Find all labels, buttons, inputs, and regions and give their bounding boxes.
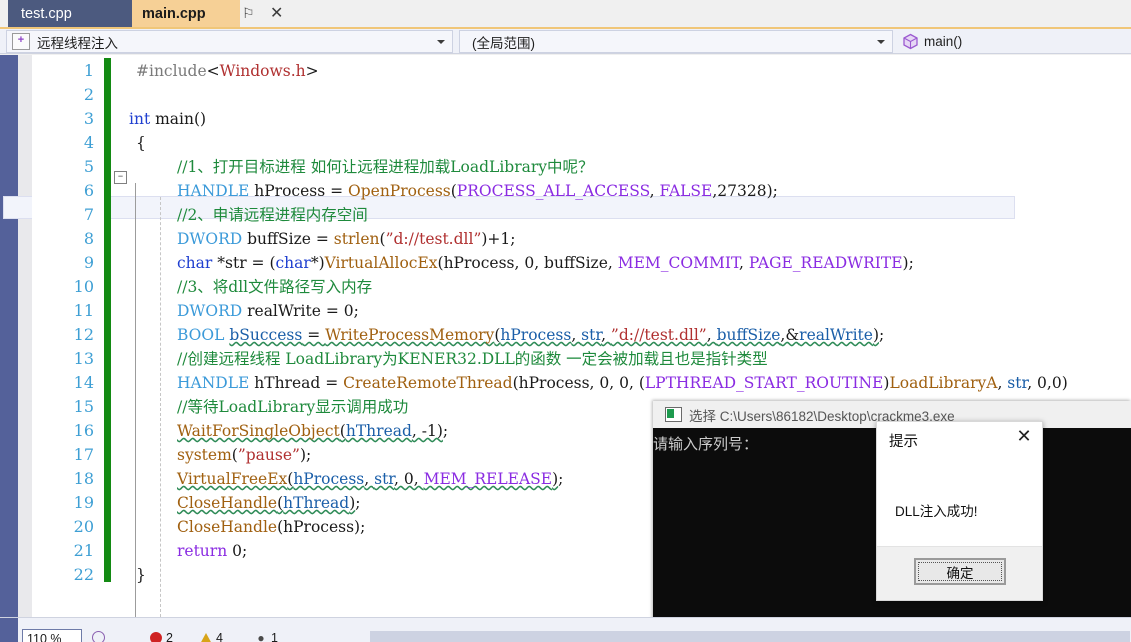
line-number: 8: [83, 229, 94, 248]
console-output-line: 请输入序列号：: [653, 435, 759, 453]
line-number: 7: [83, 205, 94, 224]
scope-combo-value: (全局范围): [472, 35, 535, 51]
error-count-label: 2: [166, 631, 173, 642]
clock-icon: [92, 631, 105, 642]
code-line: #include<Windows.h>: [136, 62, 319, 80]
line-number: 22: [73, 565, 94, 584]
member-combo-value: main(): [924, 34, 963, 49]
line-number: 12: [73, 325, 94, 344]
line-number: 14: [73, 373, 94, 392]
status-bar: 110 % 2 4 ● 1: [0, 617, 1131, 642]
tab-strip: test.cpp main.cpp ⚐ ✕: [0, 0, 1131, 29]
code-line: //等待LoadLibrary显示调用成功: [177, 398, 409, 416]
line-number: 16: [73, 421, 94, 440]
code-line: //3、将dll文件路径写入内存: [177, 278, 373, 296]
line-number: 2: [83, 85, 94, 104]
line-number: 5: [83, 157, 94, 176]
project-combo[interactable]: + 远程线程注入: [6, 30, 453, 53]
pin-icon[interactable]: ⚐: [242, 5, 255, 22]
chevron-down-icon[interactable]: [437, 40, 445, 44]
message-count-item[interactable]: ● 1: [255, 631, 278, 642]
code-line: char *str = (char*)VirtualAllocEx(hProce…: [177, 254, 914, 272]
code-line: BOOL bSuccess = WriteProcessMemory(hProc…: [177, 326, 885, 344]
line-number: 15: [73, 397, 94, 416]
message-box-dialog[interactable]: 提示 ✕ DLL注入成功! 确定: [876, 421, 1043, 601]
member-combo[interactable]: main(): [902, 30, 962, 53]
code-line: WaitForSingleObject(hThread, -1);: [177, 422, 449, 440]
code-line: {: [136, 134, 146, 152]
dialog-message: DLL注入成功!: [895, 504, 978, 519]
focus-outline: [918, 562, 1002, 581]
tab-strip-empty-area: [289, 0, 1131, 27]
code-line: //1、打开目标进程 如何让远程进程加载LoadLibrary中呢？: [177, 158, 594, 176]
indicator-margin: [18, 55, 32, 617]
dialog-footer: 确定: [877, 546, 1042, 600]
line-number: 6: [83, 181, 94, 200]
code-line: DWORD realWrite = 0;: [177, 302, 359, 320]
code-line: HANDLE hProcess = OpenProcess(PROCESS_AL…: [177, 182, 778, 200]
project-icon: +: [12, 33, 30, 50]
line-number: 10: [73, 277, 94, 296]
message-count-label: 1: [271, 631, 278, 642]
code-line: CloseHandle(hProcess);: [177, 518, 366, 536]
navigation-bar: + 远程线程注入 (全局范围) main(): [0, 29, 1131, 54]
info-icon: ●: [257, 631, 265, 642]
method-cube-icon: [902, 33, 919, 50]
line-number: 4: [83, 133, 94, 152]
chevron-down-icon[interactable]: [877, 40, 885, 44]
tab-label: test.cpp: [21, 5, 72, 22]
code-line: //创建远程线程 LoadLibrary为KENER32.DLL的函数 一定会被…: [177, 350, 768, 368]
code-line: VirtualFreeEx(hProcess, str, 0, MEM_RELE…: [177, 470, 564, 488]
vs-editor-window: test.cpp main.cpp ⚐ ✕ + 远程线程注入 (全局范围) ma…: [0, 0, 1131, 642]
tab-label: main.cpp: [142, 5, 206, 22]
line-number: 3: [83, 109, 94, 128]
line-number: 19: [73, 493, 94, 512]
dialog-title: 提示: [889, 434, 918, 450]
line-number: 18: [73, 469, 94, 488]
code-line: //2、申请远程进程内存空间: [177, 206, 368, 224]
code-line: }: [136, 566, 146, 584]
close-icon[interactable]: ✕: [1014, 426, 1034, 446]
line-number: 21: [73, 541, 94, 560]
tab-main-cpp[interactable]: main.cpp: [132, 0, 240, 27]
code-line: DWORD buffSize = strlen(”d://test.dll”)+…: [177, 230, 516, 248]
warning-count-item[interactable]: 4: [200, 631, 223, 642]
ok-button[interactable]: 确定: [914, 558, 1006, 585]
selection-margin: [0, 55, 18, 617]
line-number: 17: [73, 445, 94, 464]
code-line: HANDLE hThread = CreateRemoteThread(hPro…: [177, 374, 1068, 392]
line-number: 1: [83, 61, 94, 80]
warning-icon: [200, 632, 212, 642]
code-line: return 0;: [177, 542, 248, 560]
zoom-level-selector[interactable]: 110 %: [22, 629, 82, 642]
line-number: 11: [73, 301, 94, 320]
status-left-strip: [0, 618, 18, 642]
project-combo-value: 远程线程注入: [37, 35, 118, 51]
line-number-gutter: 1 2 3 4 5 6 7 8 9 10 11 12 13 14 15 16 1…: [32, 55, 104, 617]
close-icon[interactable]: ✕: [270, 3, 283, 23]
error-count-item[interactable]: 2: [150, 631, 173, 642]
error-icon: [150, 632, 162, 642]
code-line: system(”pause”);: [177, 446, 312, 464]
line-number: 13: [73, 349, 94, 368]
change-bar: [104, 58, 111, 582]
line-number: 9: [83, 253, 94, 272]
code-line: CloseHandle(hThread);: [177, 494, 361, 512]
line-number: 20: [73, 517, 94, 536]
scope-combo[interactable]: (全局范围): [459, 30, 893, 53]
status-scrollbar[interactable]: [370, 631, 1130, 642]
code-line: int main(): [129, 110, 207, 128]
warning-count-label: 4: [216, 631, 223, 642]
tab-test-cpp[interactable]: test.cpp: [8, 0, 132, 27]
console-app-icon: [665, 407, 682, 422]
